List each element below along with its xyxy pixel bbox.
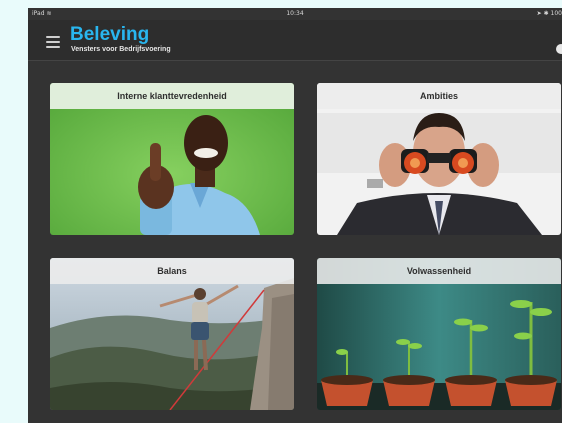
menu-icon[interactable] <box>46 36 60 48</box>
tile-ambities[interactable]: Ambities <box>317 83 561 235</box>
status-time: 10:34 <box>286 10 304 17</box>
tile-interne-klanttevredenheid[interactable]: Interne klanttevredenheid <box>50 83 294 235</box>
bluetooth-icon: ✱ <box>543 10 549 17</box>
tile-balans[interactable]: Balans <box>50 258 294 410</box>
app-header: Beleving Vensters voor Bedrijfsvoering <box>28 20 562 61</box>
tile-volwassenheid[interactable]: Volwassenheid <box>317 258 561 410</box>
header-action-button[interactable] <box>556 44 562 54</box>
status-right: ➤ ✱ 100 <box>537 10 562 17</box>
ipad-screen: iPad ≋ 10:34 ➤ ✱ 100 Beleving Vensters v… <box>28 8 562 423</box>
app-title: Beleving <box>70 24 150 45</box>
tile-title: Balans <box>50 258 294 284</box>
app-subtitle: Vensters voor Bedrijfsvoering <box>71 46 171 53</box>
tile-title: Ambities <box>317 83 561 109</box>
location-icon: ➤ <box>536 10 542 17</box>
tile-title: Volwassenheid <box>317 258 561 284</box>
tile-title: Interne klanttevredenheid <box>50 83 294 109</box>
battery-level: 100 <box>550 10 562 17</box>
status-bar: iPad ≋ 10:34 ➤ ✱ 100 <box>28 8 562 20</box>
